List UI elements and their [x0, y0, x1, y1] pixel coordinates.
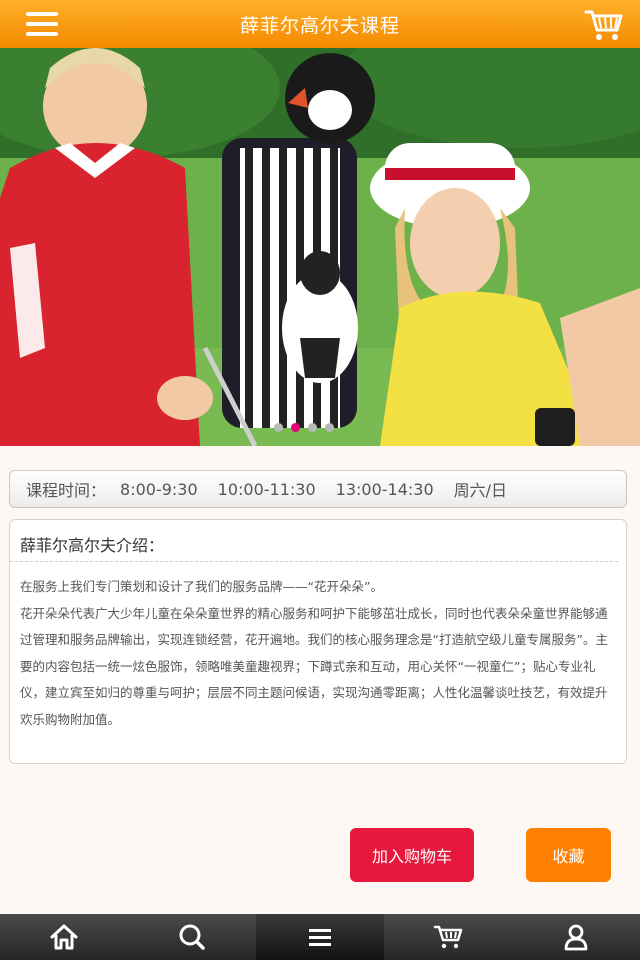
nav-home[interactable]: [0, 914, 128, 960]
schedule-label: 课程时间：: [26, 481, 107, 500]
schedule-slot: 10:00-11:30: [217, 479, 316, 499]
intro-body: 在服务上我们专门策划和设计了我们的服务品牌——“花开朵朵”。 花开朵朵代表广大少…: [10, 562, 626, 733]
menu-icon: [309, 929, 331, 946]
schedule-days: 周六/日: [453, 481, 508, 500]
carousel-dot[interactable]: [274, 423, 283, 432]
intro-paragraph: 在服务上我们专门策划和设计了我们的服务品牌——“花开朵朵”。: [20, 579, 383, 594]
intro-panel: 薛菲尔高尔夫介绍： 在服务上我们专门策划和设计了我们的服务品牌——“花开朵朵”。…: [9, 519, 627, 764]
banner-image: [0, 48, 640, 446]
nav-user[interactable]: [512, 914, 640, 960]
top-header: 薛菲尔高尔夫课程: [0, 0, 640, 48]
favorite-button[interactable]: 收藏: [526, 828, 611, 882]
search-icon: [179, 924, 205, 950]
carousel-dot[interactable]: [325, 423, 334, 432]
add-to-cart-button[interactable]: 加入购物车: [350, 828, 474, 882]
bottom-nav: [0, 914, 640, 960]
user-icon: [564, 924, 588, 951]
menu-icon[interactable]: [26, 12, 58, 36]
carousel-dot[interactable]: [308, 423, 317, 432]
schedule-slot: 13:00-14:30: [335, 479, 434, 499]
home-icon: [50, 924, 78, 950]
carousel-dots: [274, 423, 334, 432]
shopping-cart-icon[interactable]: [584, 8, 624, 42]
intro-title: 薛菲尔高尔夫介绍：: [10, 520, 618, 562]
cart-icon: [433, 925, 463, 949]
nav-menu[interactable]: [256, 914, 384, 960]
schedule-slot: 8:00-9:30: [120, 479, 198, 499]
intro-paragraph: 花开朵朵代表广大少年儿童在朵朵童世界的精心服务和呵护下能够茁壮成长，同时也代表朵…: [20, 605, 608, 727]
carousel-dot-active[interactable]: [291, 423, 300, 432]
page-title: 薛菲尔高尔夫课程: [239, 14, 400, 37]
banner-carousel[interactable]: [0, 48, 640, 446]
nav-search[interactable]: [128, 914, 256, 960]
schedule-bar: 课程时间： 8:00-9:30 10:00-11:30 13:00-14:30 …: [9, 470, 627, 508]
nav-cart[interactable]: [384, 914, 512, 960]
